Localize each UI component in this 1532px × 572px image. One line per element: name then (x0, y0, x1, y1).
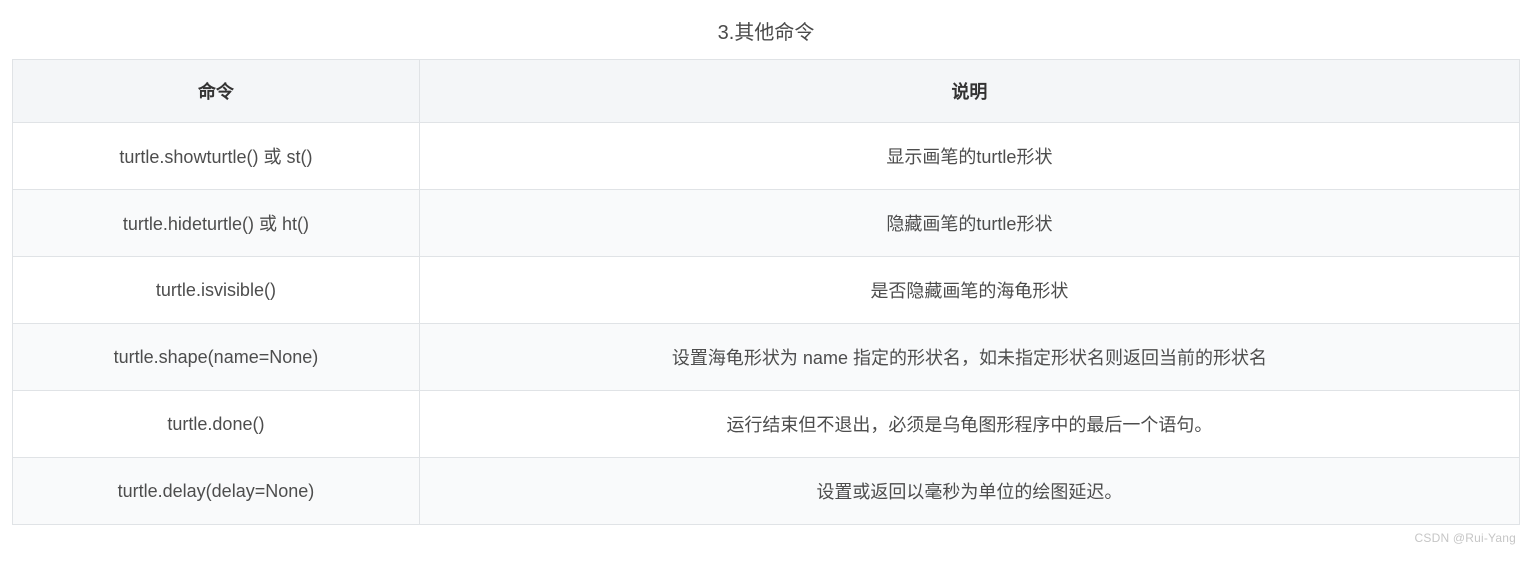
cell-description: 运行结束但不退出，必须是乌龟图形程序中的最后一个语句。 (419, 391, 1519, 458)
cell-command: turtle.hideturtle() 或 ht() (13, 190, 420, 257)
cell-description: 隐藏画笔的turtle形状 (419, 190, 1519, 257)
cell-description: 设置海龟形状为 name 指定的形状名，如未指定形状名则返回当前的形状名 (419, 324, 1519, 391)
cell-command: turtle.done() (13, 391, 420, 458)
table-title: 3.其他命令 (12, 10, 1520, 59)
table-row: turtle.shape(name=None) 设置海龟形状为 name 指定的… (13, 324, 1520, 391)
table-row: turtle.showturtle() 或 st() 显示画笔的turtle形状 (13, 123, 1520, 190)
table-row: turtle.delay(delay=None) 设置或返回以毫秒为单位的绘图延… (13, 458, 1520, 525)
header-command: 命令 (13, 60, 420, 123)
cell-command: turtle.showturtle() 或 st() (13, 123, 420, 190)
cell-command: turtle.delay(delay=None) (13, 458, 420, 525)
cell-description: 显示画笔的turtle形状 (419, 123, 1519, 190)
commands-table: 命令 说明 turtle.showturtle() 或 st() 显示画笔的tu… (12, 59, 1520, 525)
cell-description: 设置或返回以毫秒为单位的绘图延迟。 (419, 458, 1519, 525)
table-row: turtle.hideturtle() 或 ht() 隐藏画笔的turtle形状 (13, 190, 1520, 257)
watermark: CSDN @Rui-Yang (12, 525, 1520, 545)
table-row: turtle.done() 运行结束但不退出，必须是乌龟图形程序中的最后一个语句… (13, 391, 1520, 458)
table-header-row: 命令 说明 (13, 60, 1520, 123)
cell-command: turtle.shape(name=None) (13, 324, 420, 391)
cell-command: turtle.isvisible() (13, 257, 420, 324)
header-description: 说明 (419, 60, 1519, 123)
cell-description: 是否隐藏画笔的海龟形状 (419, 257, 1519, 324)
table-row: turtle.isvisible() 是否隐藏画笔的海龟形状 (13, 257, 1520, 324)
